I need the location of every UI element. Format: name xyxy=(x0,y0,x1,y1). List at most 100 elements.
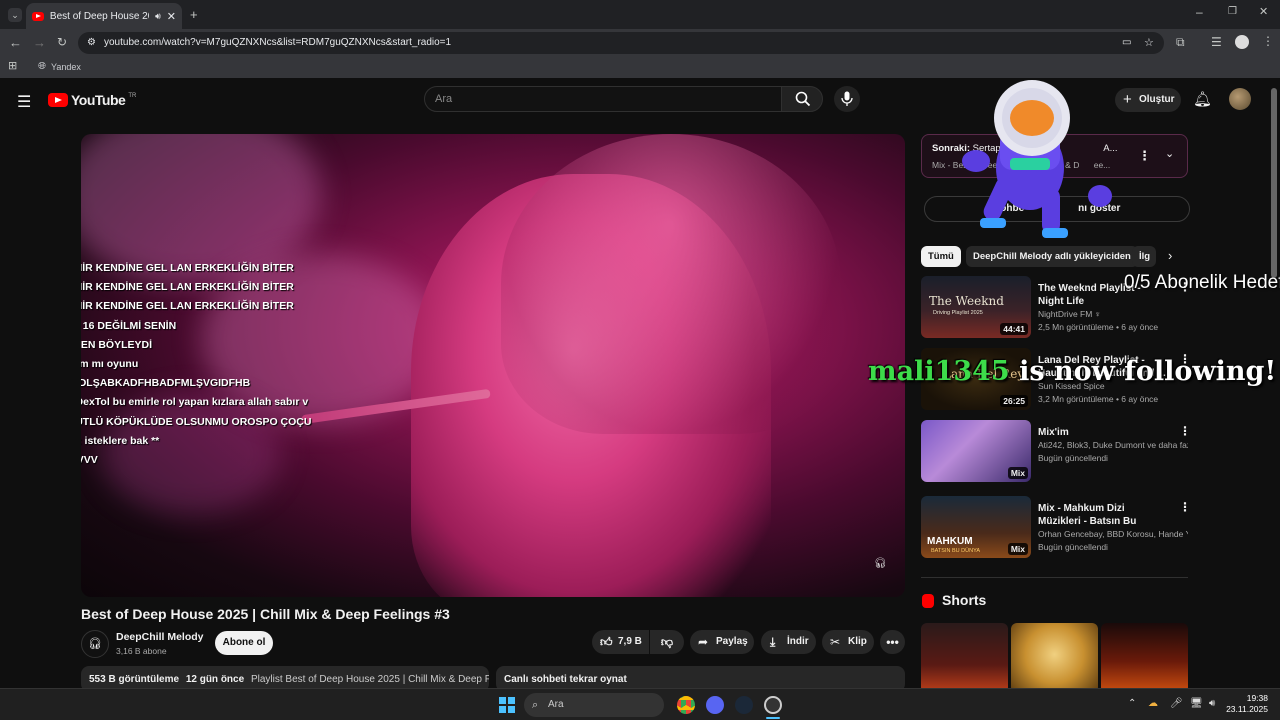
video-title: Mix - Mahkum Dizi Müzikleri - Batsın Bu … xyxy=(1038,503,1137,527)
url-text: youtube.com/watch?v=M7guQZNXNcs&list=RDM… xyxy=(104,37,452,48)
duration-badge: 26:25 xyxy=(1000,395,1028,407)
clock-date: 23.11.2025 xyxy=(1226,704,1268,714)
video-thumbnail: The Weeknd Driving Playlist 2025 44:41 xyxy=(921,276,1031,338)
recommended-video[interactable]: MAHKUM BATSIN BU DÜNYA Mix Mix - Mahkum … xyxy=(921,496,1191,560)
share-label: Paylaş xyxy=(716,636,748,647)
chat-text: ZATEN BÖYLEYDİ xyxy=(81,338,152,351)
youtube-favicon-icon xyxy=(32,11,44,21)
microphone-icon xyxy=(841,91,853,106)
youtube-logo[interactable]: YouTube TR xyxy=(48,92,136,108)
hamburger-menu-icon[interactable]: ☰ xyxy=(17,92,31,112)
clock-time: 19:38 xyxy=(1246,693,1268,703)
up-next-more-icon[interactable]: ⋮ xyxy=(1138,148,1151,164)
search-icon: ⌕ xyxy=(532,699,539,711)
bookmarks-bar: ⊞ 🌐︎ Yandex xyxy=(0,56,1280,78)
taskbar-clock[interactable]: 19:38 23.11.2025 xyxy=(1226,693,1268,715)
new-tab-icon[interactable]: + xyxy=(190,8,198,21)
tab-search-icon[interactable]: ⌄ xyxy=(8,8,22,22)
chat-text: EMİR KENDİNE GEL LAN ERKEKLİĞİN BİTER xyxy=(81,281,294,294)
notifications-bell-icon[interactable]: 🔔︎ xyxy=(1193,90,1212,108)
start-button-icon[interactable] xyxy=(499,697,515,713)
bookmark-yandex[interactable]: 🌐︎ Yandex xyxy=(38,61,81,72)
chat-message: beratxssxs : SÜTLÜ KÖPÜKLÜDE OLSUNMU ORO… xyxy=(81,416,311,428)
search-input[interactable]: Ara xyxy=(424,86,782,112)
bookmark-star-icon[interactable]: ☆ xyxy=(1144,32,1154,54)
chat-text: alsam mı oyunu xyxy=(81,358,139,370)
chevron-down-icon[interactable]: ⌄ xyxy=(1165,147,1174,160)
browser-tab-active[interactable]: Best of Deep House 2025 | 🔊︎ ✕ xyxy=(26,3,182,29)
chat-text: ŞLSHDLŞABKADFHBADFMLŞVGIDFHB xyxy=(81,377,251,390)
mix-badge: Mix xyxy=(1007,467,1028,479)
more-options-icon[interactable]: ⋮ xyxy=(1179,424,1191,438)
bookmark-label: Yandex xyxy=(51,61,81,72)
channel-avatar[interactable]: 🎧︎ xyxy=(81,630,109,658)
chip-scroll-right-icon[interactable]: › xyxy=(1168,248,1172,263)
discord-icon[interactable] xyxy=(706,696,724,714)
channel-name: NightDrive FM ♆ xyxy=(1038,309,1102,319)
channel-name[interactable]: DeepChill Melody xyxy=(116,631,204,643)
steam-icon[interactable] xyxy=(735,696,753,714)
channel-watermark-icon: 🎧︎ xyxy=(874,558,887,569)
dislike-button[interactable]: 👎︎ xyxy=(650,630,684,654)
short-thumbnail[interactable] xyxy=(1101,623,1188,688)
chat-message: omerr5334 : EMİR KENDİNE GEL LAN ERKEKLİ… xyxy=(81,300,294,312)
cast-icon[interactable]: ▭ xyxy=(1122,32,1131,54)
short-thumbnail[interactable] xyxy=(921,623,1008,688)
chip-related[interactable]: İlg xyxy=(1132,246,1156,267)
chat-message: BugraErd : ZATEN BÖYLEYDİ xyxy=(81,339,152,351)
voice-search-button[interactable] xyxy=(834,86,860,112)
subscriber-count: 3,16 B abone xyxy=(116,646,167,656)
title-line-2: Life xyxy=(1066,296,1085,307)
reload-icon[interactable]: ↻ xyxy=(57,36,67,48)
audio-playing-icon[interactable]: 🔊︎ xyxy=(155,11,161,22)
chrome-icon[interactable] xyxy=(677,696,695,714)
media-controls-icon[interactable]: ☰ xyxy=(1211,36,1222,48)
tab-close-icon[interactable]: ✕ xyxy=(167,10,176,23)
volume-icon[interactable]: 🔊︎ xyxy=(1209,698,1215,709)
chip-uploader[interactable]: DeepChill Melody adlı yükleyiciden xyxy=(966,246,1138,267)
forward-icon[interactable]: → xyxy=(33,36,46,49)
chat-replay-label: Canlı sohbeti tekrar oynat xyxy=(504,674,627,685)
search-icon xyxy=(795,91,811,107)
clip-button[interactable]: ✂ Klip xyxy=(822,630,874,654)
share-button[interactable]: ➦ Paylaş xyxy=(690,630,754,654)
like-button[interactable]: 👍︎ 7,9 B xyxy=(592,630,649,654)
short-thumbnail[interactable] xyxy=(1011,623,1098,688)
minimize-icon[interactable]: – xyxy=(1196,6,1203,18)
apps-grid-icon[interactable]: ⊞ xyxy=(8,61,17,72)
profile-avatar[interactable] xyxy=(1235,35,1249,49)
browser-menu-icon[interactable]: ⋮ xyxy=(1262,35,1274,47)
video-player[interactable]: 🎧︎ omerr5334 : EMİR KENDİNE GEL LAN ERKE… xyxy=(81,134,905,597)
active-app-indicator xyxy=(766,717,780,719)
address-bar[interactable]: ⚙ youtube.com/watch?v=M7guQZNXNcs&list=R… xyxy=(78,32,1164,54)
subscribe-button[interactable]: Abone ol xyxy=(215,631,273,655)
extensions-icon[interactable]: ⧉ xyxy=(1176,36,1185,48)
restore-icon[interactable]: ❐ xyxy=(1228,7,1237,17)
more-options-icon[interactable]: ⋮ xyxy=(1179,500,1191,514)
back-icon[interactable]: ← xyxy=(9,36,22,49)
scrollbar[interactable] xyxy=(1271,88,1277,278)
tray-mic-icon[interactable]: 🎤︎ xyxy=(1170,698,1183,709)
obs-icon[interactable] xyxy=(764,696,782,714)
network-icon[interactable]: 🖥︎ xyxy=(1190,698,1203,709)
search-button[interactable] xyxy=(781,86,823,112)
chip-all[interactable]: Tümü xyxy=(921,246,961,267)
site-info-icon[interactable]: ⚙ xyxy=(87,32,96,54)
tray-chevron-icon[interactable]: ⌃ xyxy=(1128,698,1136,709)
video-title: Best of Deep House 2025 | Chill Mix & De… xyxy=(81,606,450,622)
windows-taskbar: ⌕ Ara ⌃ ☁ 🎤︎ 🖥︎ 🔊︎ 19:38 23.11.2025 xyxy=(0,688,1280,720)
description-box[interactable]: 553 B görüntüleme 12 gün önce Playlist B… xyxy=(81,666,489,688)
more-actions-button[interactable]: ••• xyxy=(880,630,905,654)
chat-text: EMİR KENDİNE GEL LAN ERKEKLİĞİN BİTER xyxy=(81,300,294,313)
recommended-video[interactable]: Mix Mix'im Ati242, Blok3, Duke Dumont ve… xyxy=(921,420,1191,484)
taskbar-search[interactable]: ⌕ Ara xyxy=(524,693,664,717)
download-button[interactable]: ⤓ İndir xyxy=(761,630,816,654)
window-close-icon[interactable]: ✕ xyxy=(1259,7,1268,18)
mix-thumbnail: Mix xyxy=(921,420,1031,482)
chat-replay-bar[interactable]: Canlı sohbeti tekrar oynat xyxy=(496,666,905,688)
follow-alert-overlay: mali1345 is now following! xyxy=(868,356,1276,387)
tray-app-icon[interactable]: ☁ xyxy=(1148,698,1158,709)
thumbnail-subtitle: Driving Playlist 2025 xyxy=(933,310,983,316)
scissors-icon: ✂ xyxy=(830,635,841,649)
account-avatar[interactable] xyxy=(1229,88,1251,110)
